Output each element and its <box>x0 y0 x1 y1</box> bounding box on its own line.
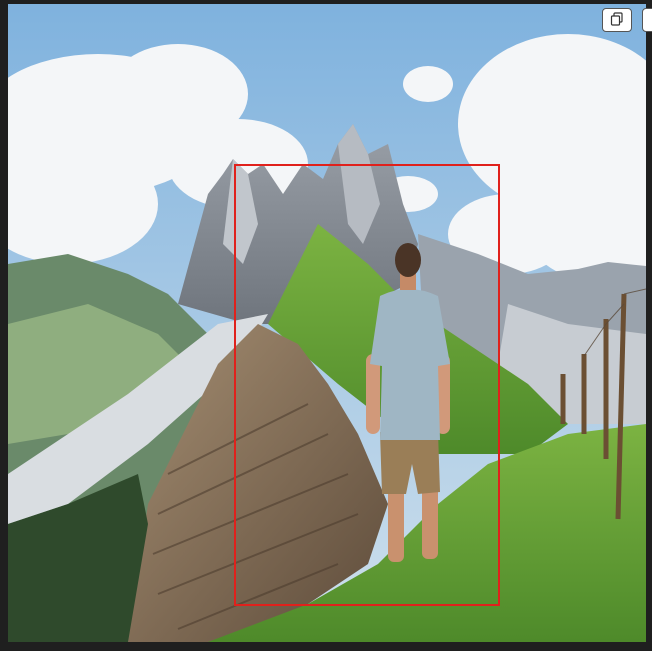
copy-button[interactable] <box>602 8 632 32</box>
panel-toggle-button[interactable] <box>642 8 652 32</box>
copy-icon <box>610 11 624 30</box>
image-viewer-frame <box>0 0 652 651</box>
annotation-bounding-box <box>234 164 500 606</box>
